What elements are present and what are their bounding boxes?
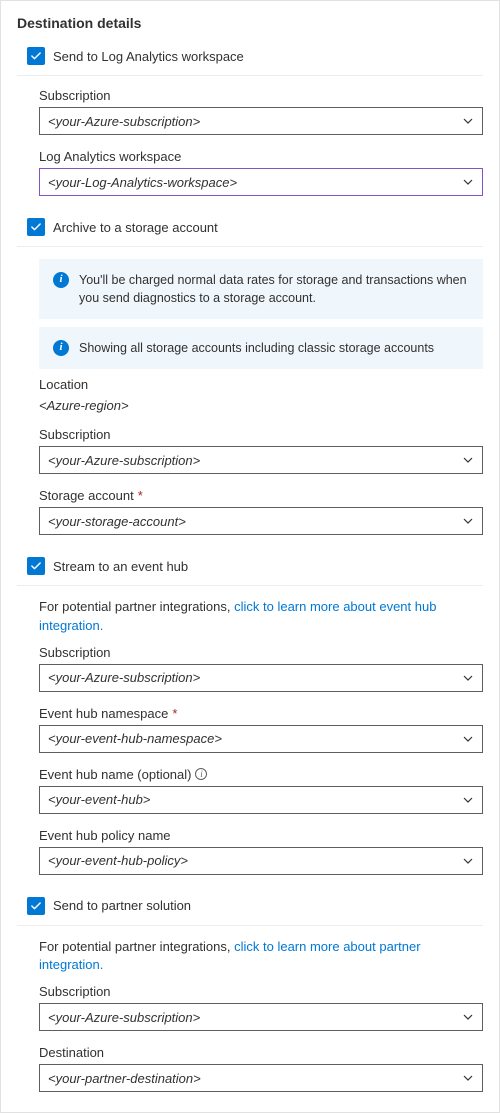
helper-prefix: For potential partner integrations, [39,599,234,614]
chevron-down-icon [462,1072,474,1084]
checkbox-label-partner: Send to partner solution [53,898,191,913]
chevron-down-icon [462,454,474,466]
label-eh-namespace: Event hub namespace * [39,706,483,721]
info-text: Showing all storage accounts including c… [79,339,434,357]
checkbox-storage[interactable] [27,218,45,236]
check-icon [30,221,42,233]
select-partner-destination[interactable]: <your-partner-destination> [39,1064,483,1092]
label-storage-subscription: Subscription [39,427,483,442]
check-icon [30,50,42,62]
select-eh-name[interactable]: <your-event-hub> [39,786,483,814]
label-eh-name: Event hub name (optional) i [39,767,483,782]
label-partner-destination: Destination [39,1045,483,1060]
select-eh-subscription[interactable]: <your-Azure-subscription> [39,664,483,692]
helper-eventhub: For potential partner integrations, clic… [39,598,483,634]
checkbox-row-log-analytics[interactable]: Send to Log Analytics workspace [17,43,483,76]
checkbox-partner[interactable] [27,897,45,915]
chevron-down-icon [462,855,474,867]
chevron-down-icon [462,733,474,745]
select-value: <your-event-hub-policy> [48,853,188,868]
label-eh-subscription: Subscription [39,645,483,660]
info-icon: i [53,340,69,356]
label-la-subscription: Subscription [39,88,483,103]
select-la-workspace[interactable]: <your-Log-Analytics-workspace> [39,168,483,196]
label-text: Storage account [39,488,134,503]
checkbox-row-partner[interactable]: Send to partner solution [17,893,483,926]
select-value: <your-Azure-subscription> [48,670,200,685]
helper-prefix: For potential partner integrations, [39,939,234,954]
select-value: <your-Log-Analytics-workspace> [48,175,237,190]
checkbox-label-eventhub: Stream to an event hub [53,559,188,574]
chevron-down-icon [462,794,474,806]
select-value: <your-storage-account> [48,514,186,529]
label-eh-policy: Event hub policy name [39,828,483,843]
select-value: <your-event-hub> [48,792,150,807]
checkbox-row-storage[interactable]: Archive to a storage account [17,214,483,247]
label-text: Event hub name (optional) [39,767,191,782]
select-partner-subscription[interactable]: <your-Azure-subscription> [39,1003,483,1031]
checkbox-eventhub[interactable] [27,557,45,575]
chevron-down-icon [462,115,474,127]
checkbox-label-storage: Archive to a storage account [53,220,218,235]
required-indicator: * [138,488,143,503]
value-storage-location: <Azure-region> [39,396,483,413]
chevron-down-icon [462,1011,474,1023]
chevron-down-icon [462,515,474,527]
label-storage-account: Storage account * [39,488,483,503]
select-value: <your-Azure-subscription> [48,1010,200,1025]
check-icon [30,900,42,912]
info-icon[interactable]: i [195,768,207,780]
select-value: <your-Azure-subscription> [48,114,200,129]
checkbox-row-eventhub[interactable]: Stream to an event hub [17,553,483,586]
page-title: Destination details [17,15,483,31]
checkbox-log-analytics[interactable] [27,47,45,65]
select-eh-namespace[interactable]: <your-event-hub-namespace> [39,725,483,753]
checkbox-label-log-analytics: Send to Log Analytics workspace [53,49,244,64]
select-storage-subscription[interactable]: <your-Azure-subscription> [39,446,483,474]
select-eh-policy[interactable]: <your-event-hub-policy> [39,847,483,875]
label-text: Event hub namespace [39,706,168,721]
select-storage-account[interactable]: <your-storage-account> [39,507,483,535]
info-icon: i [53,272,69,288]
helper-partner: For potential partner integrations, clic… [39,938,483,974]
check-icon [30,560,42,572]
info-box-storage-charges: i You'll be charged normal data rates fo… [39,259,483,319]
label-partner-subscription: Subscription [39,984,483,999]
chevron-down-icon [462,176,474,188]
required-indicator: * [172,706,177,721]
select-value: <your-event-hub-namespace> [48,731,222,746]
info-box-storage-classic: i Showing all storage accounts including… [39,327,483,369]
select-value: <your-partner-destination> [48,1071,201,1086]
info-text: You'll be charged normal data rates for … [79,271,469,307]
select-la-subscription[interactable]: <your-Azure-subscription> [39,107,483,135]
label-storage-location: Location [39,377,483,392]
select-value: <your-Azure-subscription> [48,453,200,468]
chevron-down-icon [462,672,474,684]
label-la-workspace: Log Analytics workspace [39,149,483,164]
